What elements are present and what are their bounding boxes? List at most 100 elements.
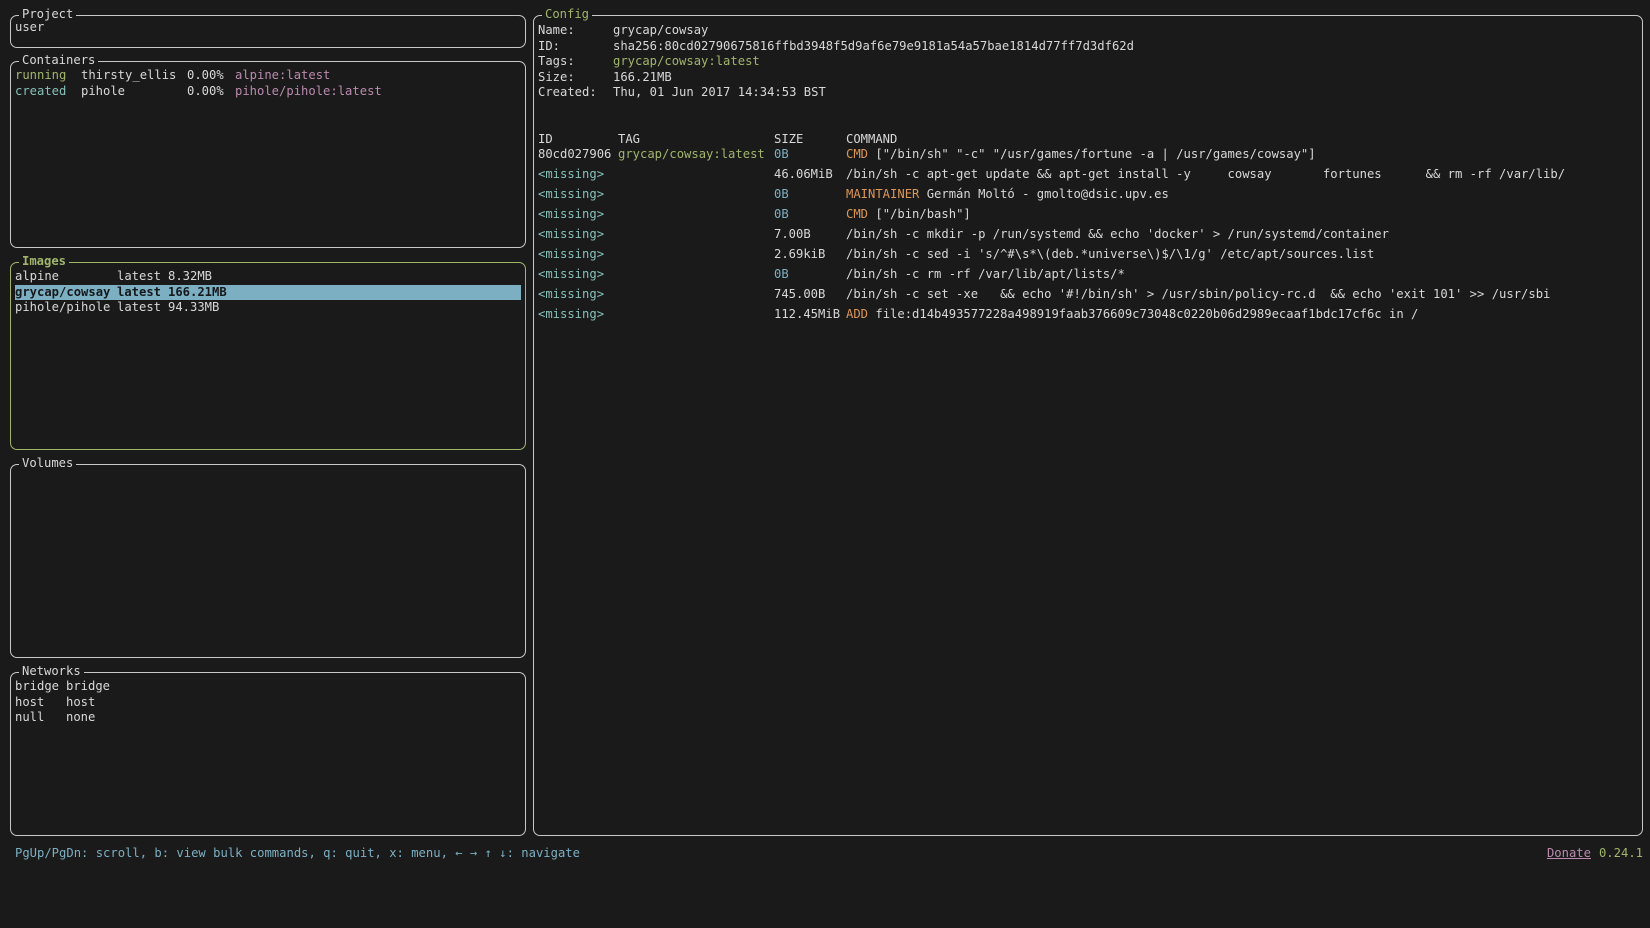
config-field-row: Name:grycap/cowsay	[538, 23, 1638, 39]
project-name[interactable]: user	[15, 20, 521, 36]
volumes-list	[11, 465, 525, 651]
layer-tag	[618, 207, 774, 227]
container-name: thirsty_ellis	[81, 68, 187, 84]
config-field-row: ID:sha256:80cd02790675816ffbd3948f5d9af6…	[538, 39, 1638, 55]
layer-row[interactable]: <missing>46.06MiB/bin/sh -c apt-get upda…	[538, 167, 1638, 187]
config-field-label: Tags:	[538, 54, 613, 70]
layer-tag: grycap/cowsay:latest	[618, 147, 774, 167]
networks-panel[interactable]: Networks bridgebridgehosthostnullnone	[10, 672, 526, 836]
layer-tag	[618, 187, 774, 207]
layer-command-text: file:d14b493577228a498919faab376609c7304…	[868, 307, 1418, 323]
image-size: 166.21MB	[168, 285, 227, 301]
image-row[interactable]: pihole/piholelatest94.33MB	[15, 300, 521, 316]
config-panel-title: Config	[542, 7, 592, 23]
layer-command: CMD ["/bin/sh" "-c" "/usr/games/fortune …	[846, 147, 1316, 167]
layer-tag	[618, 167, 774, 187]
network-driver: bridge	[66, 679, 110, 695]
image-row[interactable]: alpinelatest8.32MB	[15, 269, 521, 285]
image-tag: latest	[117, 300, 168, 316]
layer-command: /bin/sh -c rm -rf /var/lib/apt/lists/*	[846, 267, 1125, 287]
image-tag: latest	[117, 269, 168, 285]
layer-id: <missing>	[538, 267, 618, 287]
container-row[interactable]: createdpihole0.00%pihole/pihole:latest	[15, 84, 521, 100]
networks-panel-title: Networks	[19, 664, 84, 680]
image-size: 8.32MB	[168, 269, 212, 285]
config-field-value: sha256:80cd02790675816ffbd3948f5d9af6e79…	[613, 39, 1134, 55]
layer-command-text: /bin/sh -c mkdir -p /run/systemd && echo…	[846, 227, 1389, 243]
layer-size: 745.00B	[774, 287, 846, 307]
layer-command: /bin/sh -c mkdir -p /run/systemd && echo…	[846, 227, 1389, 247]
layer-command-keyword: MAINTAINER	[846, 187, 919, 203]
container-cpu-percent: 0.00%	[187, 84, 235, 100]
layers-table-header: ID TAG SIZE COMMAND	[538, 132, 1638, 148]
config-field-value: grycap/cowsay:latest	[613, 54, 760, 70]
layer-id: <missing>	[538, 207, 618, 227]
config-field-label: Size:	[538, 70, 613, 86]
config-field-value: 166.21MB	[613, 70, 672, 86]
donate-link[interactable]: Donate	[1547, 846, 1591, 860]
image-row[interactable]: grycap/cowsaylatest166.21MB	[15, 285, 521, 301]
layer-id: <missing>	[538, 187, 618, 207]
layer-command-keyword: ADD	[846, 307, 868, 323]
blank-lines	[538, 101, 1638, 132]
layer-row[interactable]: <missing>7.00B/bin/sh -c mkdir -p /run/s…	[538, 227, 1638, 247]
config-field-label: ID:	[538, 39, 613, 55]
layer-command-keyword: CMD	[846, 147, 868, 163]
project-panel[interactable]: Project user	[10, 15, 526, 48]
layer-tag	[618, 247, 774, 267]
layer-row[interactable]: <missing>112.45MiBADD file:d14b493577228…	[538, 307, 1638, 327]
layer-row[interactable]: <missing>745.00B/bin/sh -c set -xe && ec…	[538, 287, 1638, 307]
config-field-value: Thu, 01 Jun 2017 14:34:53 BST	[613, 85, 826, 101]
layer-tag	[618, 287, 774, 307]
layer-row[interactable]: <missing>0BMAINTAINER Germán Moltó - gmo…	[538, 187, 1638, 207]
network-name: bridge	[15, 679, 66, 695]
layer-id: <missing>	[538, 167, 618, 187]
layer-row[interactable]: <missing>0BCMD ["/bin/bash"]	[538, 207, 1638, 227]
container-status: running	[15, 68, 81, 84]
container-name: pihole	[81, 84, 187, 100]
layer-size: 0B	[774, 267, 846, 287]
network-row[interactable]: bridgebridge	[15, 679, 521, 695]
volumes-panel[interactable]: Volumes	[10, 464, 526, 658]
layer-row[interactable]: 80cd027906grycap/cowsay:latest0BCMD ["/b…	[538, 147, 1638, 167]
container-image: alpine:latest	[235, 68, 330, 84]
layer-id: <missing>	[538, 287, 618, 307]
layer-row[interactable]: <missing>2.69kiB/bin/sh -c sed -i 's/^#\…	[538, 247, 1638, 267]
layer-tag	[618, 227, 774, 247]
config-field-row: Size:166.21MB	[538, 70, 1638, 86]
layer-command: /bin/sh -c sed -i 's/^#\s*\(deb.*univers…	[846, 247, 1374, 267]
layer-tag	[618, 267, 774, 287]
config-panel[interactable]: Config Name:grycap/cowsayID:sha256:80cd0…	[533, 15, 1643, 836]
layers-header-id: ID	[538, 132, 618, 148]
layer-size: 7.00B	[774, 227, 846, 247]
network-row[interactable]: nullnone	[15, 710, 521, 726]
layers-header-tag: TAG	[618, 132, 774, 148]
network-driver: host	[66, 695, 95, 711]
config-field-label: Created:	[538, 85, 613, 101]
config-field-value: grycap/cowsay	[613, 23, 708, 39]
layer-command-keyword: CMD	[846, 207, 868, 223]
container-cpu-percent: 0.00%	[187, 68, 235, 84]
network-row[interactable]: hosthost	[15, 695, 521, 711]
container-status: created	[15, 84, 81, 100]
layer-row[interactable]: <missing> 0B/bin/sh -c rm -rf /var/lib/ap…	[538, 267, 1638, 287]
containers-panel[interactable]: Containers runningthirsty_ellis0.00%alpi…	[10, 61, 526, 248]
images-panel[interactable]: Images alpinelatest8.32MBgrycap/cowsayla…	[10, 262, 526, 450]
image-name: alpine	[15, 269, 117, 285]
containers-list: runningthirsty_ellis0.00%alpine:latestcr…	[11, 62, 525, 241]
lazydocker-terminal: { "colors": { "bg": "#1a1a1a", "fg": "#d…	[0, 0, 1650, 928]
config-field-row: Tags:grycap/cowsay:latest	[538, 54, 1638, 70]
layer-id: 80cd027906	[538, 147, 618, 167]
layer-size: 2.69kiB	[774, 247, 846, 267]
layers-table: 80cd027906grycap/cowsay:latest0BCMD ["/b…	[538, 147, 1638, 327]
image-config-fields: Name:grycap/cowsayID:sha256:80cd02790675…	[538, 23, 1638, 101]
layer-command: MAINTAINER Germán Moltó - gmolto@dsic.up…	[846, 187, 1169, 207]
layer-command-text: ["/bin/bash"]	[868, 207, 971, 223]
layer-id: <missing>	[538, 307, 618, 327]
container-row[interactable]: runningthirsty_ellis0.00%alpine:latest	[15, 68, 521, 84]
image-name: pihole/pihole	[15, 300, 117, 316]
container-image: pihole/pihole:latest	[235, 84, 382, 100]
volumes-panel-title: Volumes	[19, 456, 76, 472]
layer-size: 0B	[774, 147, 846, 167]
project-panel-title: Project	[19, 7, 76, 23]
